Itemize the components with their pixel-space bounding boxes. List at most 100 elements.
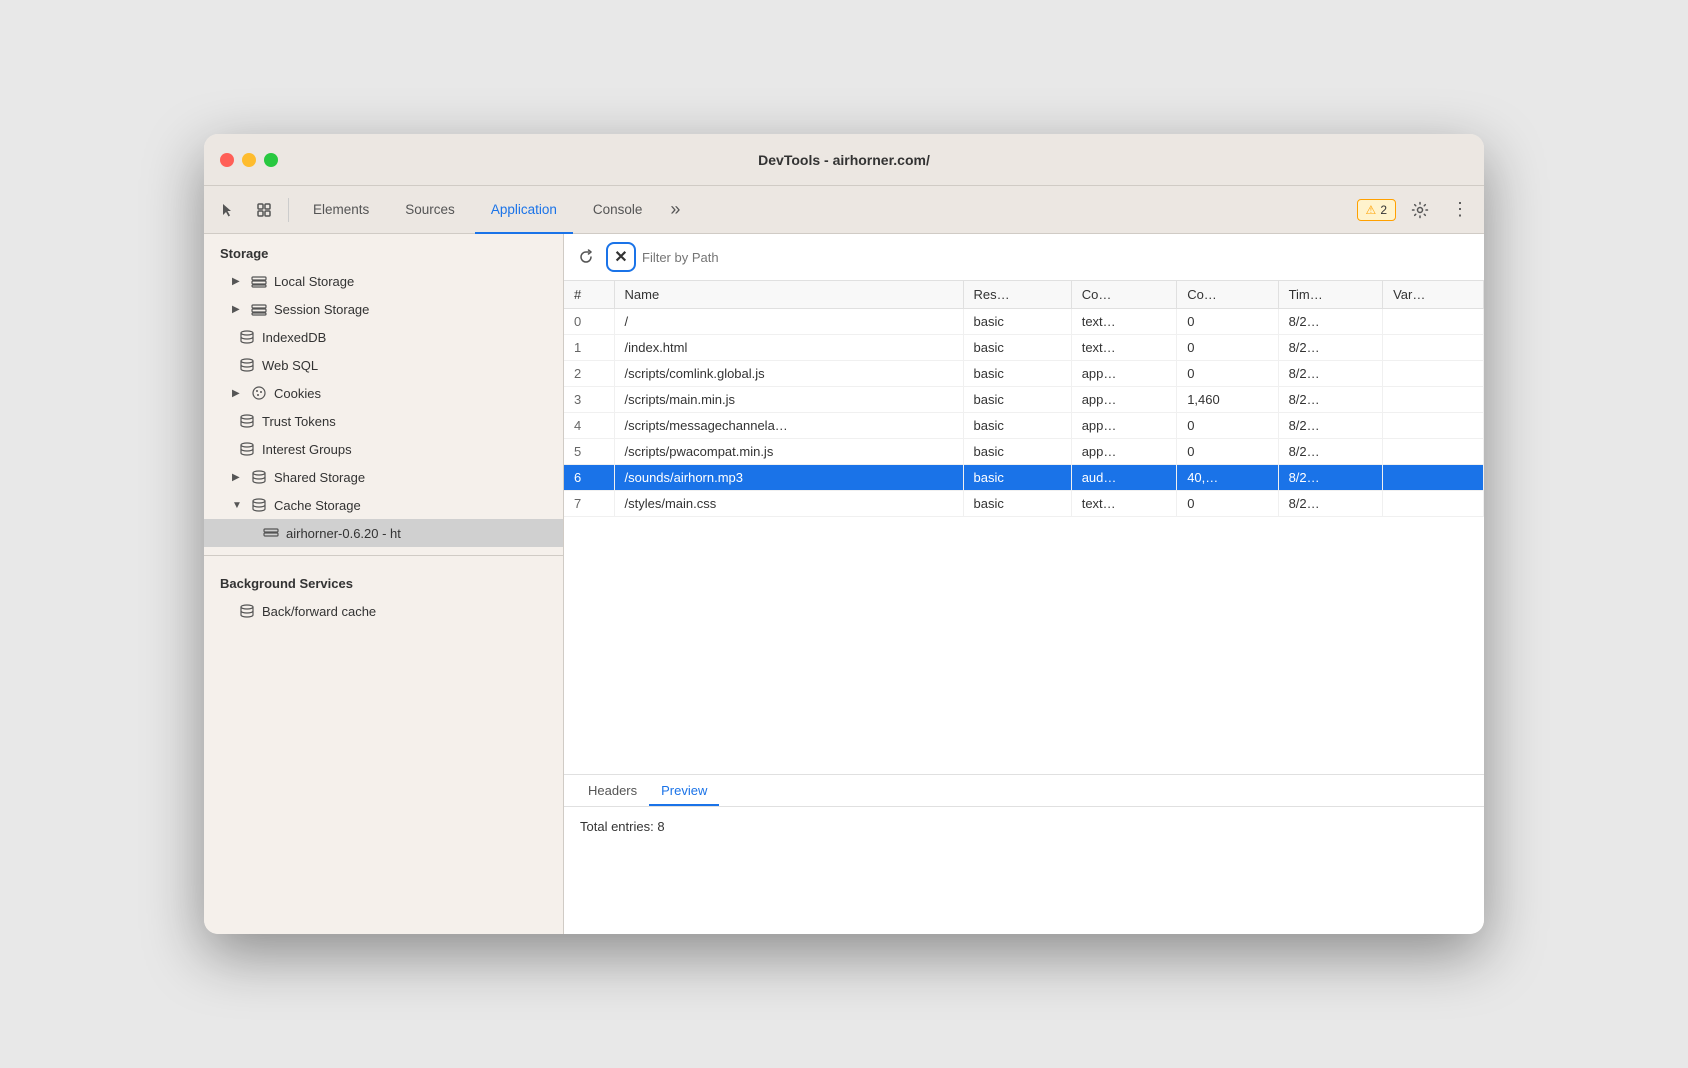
background-services-title: Background Services — [204, 564, 563, 597]
tab-headers[interactable]: Headers — [576, 775, 649, 806]
expand-arrow-icon: ▶ — [232, 472, 244, 483]
sidebar-item-cookies[interactable]: ▶ Cookies — [204, 379, 563, 407]
expand-arrow-icon: ▶ — [232, 276, 244, 287]
sidebar-item-websql[interactable]: Web SQL — [204, 351, 563, 379]
sidebar-item-cache-storage[interactable]: ▼ Cache Storage — [204, 491, 563, 519]
entries-table: # Name Res… Co… Co… Tim… Var… 0 / basic … — [564, 281, 1484, 517]
websql-label: Web SQL — [262, 358, 318, 373]
table-row[interactable]: 5 /scripts/pwacompat.min.js basic app… 0… — [564, 439, 1484, 465]
cache-storage-icon — [250, 496, 268, 514]
sidebar-item-interest-groups[interactable]: Interest Groups — [204, 435, 563, 463]
sidebar-divider — [204, 555, 563, 556]
cell-co2: 0 — [1177, 491, 1278, 517]
interest-groups-icon — [238, 440, 256, 458]
cell-tim: 8/2… — [1278, 439, 1383, 465]
window-title: DevTools - airhorner.com/ — [758, 152, 930, 168]
tab-sources[interactable]: Sources — [389, 186, 471, 234]
cookies-label: Cookies — [274, 386, 321, 401]
col-var: Var… — [1383, 281, 1484, 309]
cell-tim: 8/2… — [1278, 335, 1383, 361]
refresh-button[interactable] — [572, 243, 600, 271]
sidebar-item-trust-tokens[interactable]: Trust Tokens — [204, 407, 563, 435]
sidebar-item-session-storage[interactable]: ▶ Session Storage — [204, 295, 563, 323]
maximize-button[interactable] — [264, 153, 278, 167]
cursor-icon[interactable] — [212, 194, 244, 226]
devtools-window: DevTools - airhorner.com/ Elements Sourc… — [204, 134, 1484, 934]
cell-var — [1383, 491, 1484, 517]
cell-co2: 40,… — [1177, 465, 1278, 491]
cell-res: basic — [963, 413, 1071, 439]
expand-arrow-down-icon: ▼ — [232, 500, 244, 511]
cell-name: /scripts/messagechannela… — [614, 413, 963, 439]
warning-badge[interactable]: ⚠ 2 — [1357, 199, 1396, 221]
sidebar: Storage ▶ Local Storage ▶ — [204, 234, 564, 934]
cell-var — [1383, 335, 1484, 361]
table-row[interactable]: 3 /scripts/main.min.js basic app… 1,460 … — [564, 387, 1484, 413]
cell-var — [1383, 465, 1484, 491]
col-co1: Co… — [1071, 281, 1176, 309]
cell-co1: app… — [1071, 361, 1176, 387]
cell-co1: app… — [1071, 413, 1176, 439]
close-button[interactable] — [220, 153, 234, 167]
cell-tim: 8/2… — [1278, 387, 1383, 413]
table-row[interactable]: 7 /styles/main.css basic text… 0 8/2… — [564, 491, 1484, 517]
sidebar-item-local-storage[interactable]: ▶ Local Storage — [204, 267, 563, 295]
cell-num: 0 — [564, 309, 614, 335]
cell-co1: aud… — [1071, 465, 1176, 491]
trust-tokens-label: Trust Tokens — [262, 414, 336, 429]
cell-co1: text… — [1071, 309, 1176, 335]
traffic-lights — [220, 153, 278, 167]
interest-groups-label: Interest Groups — [262, 442, 352, 457]
cell-num: 3 — [564, 387, 614, 413]
cell-name: / — [614, 309, 963, 335]
cell-var — [1383, 361, 1484, 387]
minimize-button[interactable] — [242, 153, 256, 167]
table-row[interactable]: 2 /scripts/comlink.global.js basic app… … — [564, 361, 1484, 387]
tab-application[interactable]: Application — [475, 186, 573, 234]
cell-co1: text… — [1071, 491, 1176, 517]
table-body: 0 / basic text… 0 8/2… 1 /index.html bas… — [564, 309, 1484, 517]
cell-tim: 8/2… — [1278, 465, 1383, 491]
cache-entry-icon — [262, 524, 280, 542]
toolbar: Elements Sources Application Console » ⚠… — [204, 186, 1484, 234]
cell-res: basic — [963, 361, 1071, 387]
total-entries-text: Total entries: 8 — [580, 819, 665, 834]
inspect-icon[interactable] — [248, 194, 280, 226]
main-panel: ✕ # Name Res… Co… Co… Tim… Var… — [564, 234, 1484, 934]
cell-var — [1383, 387, 1484, 413]
cell-name: /scripts/main.min.js — [614, 387, 963, 413]
sidebar-item-indexeddb[interactable]: IndexedDB — [204, 323, 563, 351]
toolbar-right: ⚠ 2 ⋮ — [1357, 194, 1476, 226]
more-tabs-button[interactable]: » — [662, 186, 688, 234]
cell-var — [1383, 309, 1484, 335]
filter-input[interactable] — [642, 250, 1476, 265]
cell-co2: 0 — [1177, 361, 1278, 387]
more-options-icon[interactable]: ⋮ — [1444, 194, 1476, 226]
table-row[interactable]: 4 /scripts/messagechannela… basic app… 0… — [564, 413, 1484, 439]
tab-console[interactable]: Console — [577, 186, 659, 234]
sidebar-item-cache-entry[interactable]: airhorner-0.6.20 - ht — [204, 519, 563, 547]
cache-storage-label: Cache Storage — [274, 498, 361, 513]
cell-co2: 1,460 — [1177, 387, 1278, 413]
sidebar-item-shared-storage[interactable]: ▶ Shared Storage — [204, 463, 563, 491]
cell-tim: 8/2… — [1278, 361, 1383, 387]
warning-icon: ⚠ — [1366, 203, 1377, 217]
cell-name: /sounds/airhorn.mp3 — [614, 465, 963, 491]
table-row[interactable]: 6 /sounds/airhorn.mp3 basic aud… 40,… 8/… — [564, 465, 1484, 491]
sidebar-item-bf-cache[interactable]: Back/forward cache — [204, 597, 563, 625]
bf-cache-icon — [238, 602, 256, 620]
websql-icon — [238, 356, 256, 374]
cell-var — [1383, 413, 1484, 439]
cookies-icon — [250, 384, 268, 402]
settings-icon[interactable] — [1404, 194, 1436, 226]
table-row[interactable]: 0 / basic text… 0 8/2… — [564, 309, 1484, 335]
trust-tokens-icon — [238, 412, 256, 430]
tab-elements[interactable]: Elements — [297, 186, 385, 234]
cache-entry-label: airhorner-0.6.20 - ht — [286, 526, 401, 541]
clear-filter-button[interactable]: ✕ — [606, 242, 636, 272]
table-row[interactable]: 1 /index.html basic text… 0 8/2… — [564, 335, 1484, 361]
cell-tim: 8/2… — [1278, 309, 1383, 335]
local-storage-label: Local Storage — [274, 274, 354, 289]
tab-preview[interactable]: Preview — [649, 775, 719, 806]
table-header-row: # Name Res… Co… Co… Tim… Var… — [564, 281, 1484, 309]
